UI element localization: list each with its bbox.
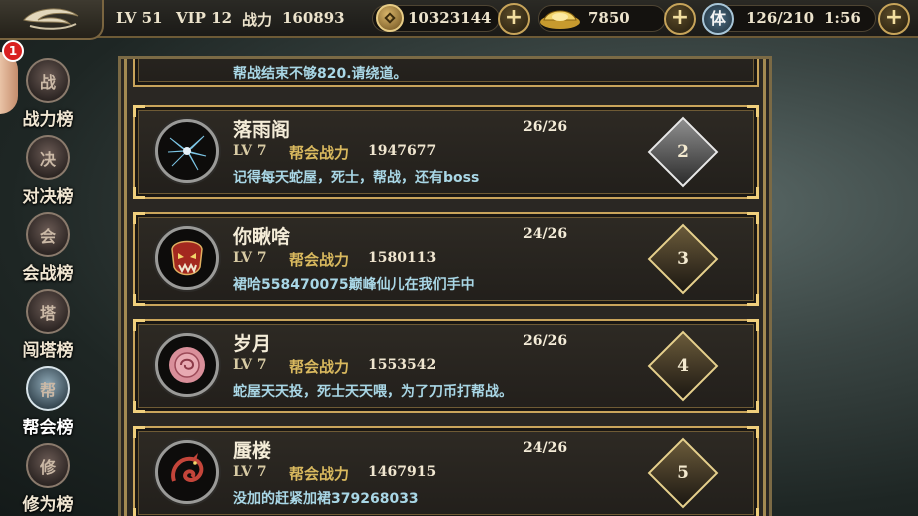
gold-ingot-icon <box>538 6 582 30</box>
tab-label: 帮会榜 <box>22 418 74 438</box>
guild-power-label: 帮会战力 <box>289 465 350 483</box>
tab-power-ranking[interactable]: 战 战力榜 <box>8 58 88 130</box>
guild-power: 1580113 <box>368 250 437 266</box>
add-ingots-button[interactable]: + <box>664 3 696 35</box>
tab-label: 修为榜 <box>22 495 74 515</box>
corner-ornament <box>133 508 145 516</box>
guild-name: 蜃楼 <box>233 440 272 462</box>
stamina-timer: 1:56 <box>824 9 861 27</box>
tab-battle-ranking[interactable]: 会 会战榜 <box>8 212 88 284</box>
power-ranking-emblem-icon: 战 <box>26 58 70 103</box>
tab-tower-ranking[interactable]: 塔 闯塔榜 <box>8 289 88 361</box>
list-item[interactable]: 蜃楼 24/26 LV 7 帮会战力 1467915 没加的赶紧加裙379268… <box>133 426 759 516</box>
guild-notice: 裙哈558470075巅峰仙儿在我们手中 <box>233 277 475 293</box>
guild-power-label: 帮会战力 <box>289 144 350 162</box>
corner-ornament <box>133 187 145 199</box>
coin-icon <box>376 4 404 32</box>
guild-members: 24/26 <box>523 226 568 242</box>
corner-ornament <box>747 212 759 224</box>
power-value: 160893 <box>282 9 345 27</box>
stamina-icon: 体 <box>702 3 734 35</box>
add-stamina-button[interactable]: + <box>878 3 910 35</box>
guild-power: 1553542 <box>368 357 437 373</box>
list-item[interactable]: 帮战结束不够820.请绕道。 <box>133 59 759 87</box>
guild-notice: 记得每天蛇屋，死士，帮战，还有boss <box>233 170 480 186</box>
power-label: 战力 <box>242 11 273 29</box>
list-item[interactable]: 落雨阁 26/26 LV 7 帮会战力 1947677 记得每天蛇屋，死士，帮战… <box>133 105 759 199</box>
guild-power: 1467915 <box>368 464 437 480</box>
guild-level: LV 7 <box>233 464 267 480</box>
tower-ranking-emblem-icon: 塔 <box>26 289 70 334</box>
guild-members: 24/26 <box>523 440 568 456</box>
tab-cultivation-ranking[interactable]: 修 修为榜 <box>8 443 88 515</box>
dragon-emblem-icon <box>155 440 219 504</box>
tab-duel-ranking[interactable]: 决 对决榜 <box>8 135 88 207</box>
guild-power: 1947677 <box>368 143 437 159</box>
guild-power-label: 帮会战力 <box>289 358 350 376</box>
corner-ornament <box>747 105 759 117</box>
guild-power-label: 帮会战力 <box>289 251 350 269</box>
coins-value: 10323144 <box>408 9 492 27</box>
corner-ornament <box>747 401 759 413</box>
back-swirl-icon <box>23 8 79 30</box>
corner-ornament <box>133 319 145 331</box>
rose-emblem-icon <box>155 333 219 397</box>
corner-ornament <box>747 426 759 438</box>
guild-level: LV 7 <box>233 357 267 373</box>
corner-ornament <box>133 212 145 224</box>
guild-notice: 蛇屋天天投，死士天天喂，为了刀币打帮战。 <box>233 384 513 400</box>
corner-ornament <box>747 187 759 199</box>
guild-name: 你瞅啥 <box>233 226 291 248</box>
guild-name: 落雨阁 <box>233 119 291 141</box>
rank-number: 3 <box>677 249 689 269</box>
guild-level: LV 7 <box>233 250 267 266</box>
corner-ornament <box>133 401 145 413</box>
ingots-value: 7850 <box>588 9 630 27</box>
corner-ornament <box>747 294 759 306</box>
battle-ranking-emblem-icon: 会 <box>26 212 70 257</box>
demon-mask-emblem-icon <box>155 226 219 290</box>
add-coins-button[interactable]: + <box>498 3 530 35</box>
guild-emblem-icon <box>155 119 219 183</box>
guild-members: 26/26 <box>523 119 568 135</box>
guild-level: LV 7 <box>233 143 267 159</box>
tab-label: 战力榜 <box>22 110 74 130</box>
guild-name: 岁月 <box>233 333 272 355</box>
duel-ranking-emblem-icon: 决 <box>26 135 70 180</box>
stamina-value: 126/210 <box>746 9 815 27</box>
guild-notice: 帮战结束不够820.请绕道。 <box>233 66 408 82</box>
list-item[interactable]: 岁月 26/26 LV 7 帮会战力 1553542 蛇屋天天投，死士天天喂，为… <box>133 319 759 413</box>
list-item[interactable]: 你瞅啥 24/26 LV 7 帮会战力 1580113 裙哈558470075巅… <box>133 212 759 306</box>
player-level: LV 51 <box>116 9 163 27</box>
corner-ornament <box>133 294 145 306</box>
corner-ornament <box>747 319 759 331</box>
top-status-bar: LV 51 VIP 12 战力 160893 10323144 + 7850 +… <box>0 0 918 40</box>
back-button[interactable] <box>0 0 104 40</box>
rank-number: 5 <box>677 463 689 483</box>
tab-label: 闯塔榜 <box>22 341 74 361</box>
guild-members: 26/26 <box>523 333 568 349</box>
corner-ornament <box>133 105 145 117</box>
tab-guild-ranking[interactable]: 帮 帮会榜 <box>8 366 88 438</box>
tab-label: 对决榜 <box>22 187 74 207</box>
guild-ranking-emblem-icon: 帮 <box>26 366 70 411</box>
vip-level: VIP 12 <box>176 9 233 27</box>
corner-ornament <box>747 508 759 516</box>
rank-number: 4 <box>677 356 689 376</box>
rank-number: 2 <box>677 142 689 162</box>
cultivation-ranking-emblem-icon: 修 <box>26 443 70 488</box>
guild-notice: 没加的赶紧加裙379268033 <box>233 491 419 507</box>
tab-label: 会战榜 <box>22 264 74 284</box>
guild-ranking-list[interactable]: 帮战结束不够820.请绕道。 落雨阁 26/26 LV 7 帮会战力 19476… <box>118 56 772 516</box>
corner-ornament <box>133 426 145 438</box>
